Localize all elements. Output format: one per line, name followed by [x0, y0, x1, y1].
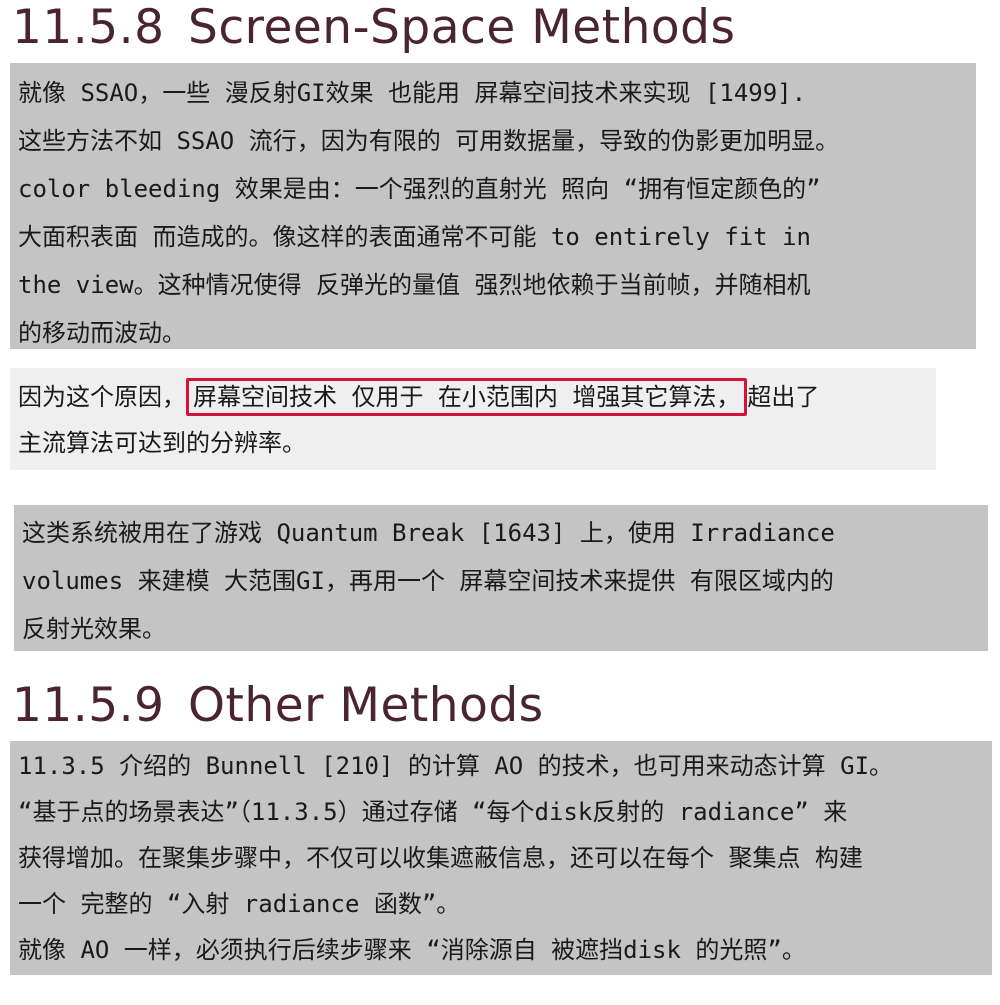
- section-heading-11-5-9: 11.5.9 Other Methods: [12, 678, 544, 733]
- text-line: 的移动而波动。: [18, 319, 186, 347]
- section-title: Screen-Space Methods: [188, 0, 736, 55]
- text-line: 主流算法可达到的分辨率。: [18, 429, 306, 457]
- text-line: 就像 SSAO，一些 漫反射GI效果 也能用 屏幕空间技术来实现 [1499].: [18, 79, 807, 107]
- text-line: “基于点的场景表达”（11.3.5）通过存储 “每个disk反射的 radian…: [18, 798, 848, 826]
- text-line: volumes 来建模 大范围GI，再用一个 屏幕空间技术来提供 有限区域内的: [22, 567, 834, 595]
- paragraph-quantum-break: 这类系统被用在了游戏 Quantum Break [1643] 上，使用 Irr…: [14, 505, 988, 651]
- text-line: 就像 AO 一样，必须执行后续步骤来 “消除源自 被遮挡disk 的光照”。: [18, 936, 806, 964]
- text-line: 这类系统被用在了游戏 Quantum Break [1643] 上，使用 Irr…: [22, 519, 835, 547]
- paragraph-screen-space-intro: 就像 SSAO，一些 漫反射GI效果 也能用 屏幕空间技术来实现 [1499].…: [10, 63, 976, 349]
- text-line: 反射光效果。: [22, 615, 166, 643]
- section-title: Other Methods: [188, 678, 544, 733]
- text-line: color bleeding 效果是由：一个强烈的直射光 照向 “拥有恒定颜色的…: [18, 175, 821, 203]
- text-line: 大面积表面 而造成的。像这样的表面通常不可能 to entirely fit i…: [18, 223, 811, 251]
- text-line: 一个 完整的 “入射 radiance 函数”。: [18, 890, 461, 918]
- highlighted-phrase: 屏幕空间技术 仅用于 在小范围内 增强其它算法，: [186, 378, 748, 416]
- section-heading-11-5-8: 11.5.8 Screen-Space Methods: [12, 0, 735, 55]
- text-line: 因为这个原因， 屏幕空间技术 仅用于 在小范围内 增强其它算法， 超出了: [18, 374, 936, 420]
- text-line: 获得增加。在聚集步骤中，不仅可以收集遮蔽信息，还可以在每个 聚集点 构建: [18, 844, 863, 872]
- text-line: 11.3.5 介绍的 Bunnell [210] 的计算 AO 的技术，也可用来…: [18, 752, 894, 780]
- paragraph-screen-space-reason: 因为这个原因， 屏幕空间技术 仅用于 在小范围内 增强其它算法， 超出了 主流算法可…: [10, 368, 936, 470]
- text-after-highlight: 超出了: [747, 383, 820, 411]
- text-before-highlight: 因为这个原因，: [18, 383, 186, 411]
- text-line: the view。这种情况使得 反弹光的量值 强烈地依赖于当前帧，并随相机: [18, 271, 811, 299]
- text-line: 这些方法不如 SSAO 流行，因为有限的 可用数据量，导致的伪影更加明显。: [18, 127, 840, 155]
- paragraph-other-methods: 11.3.5 介绍的 Bunnell [210] 的计算 AO 的技术，也可用来…: [10, 741, 992, 975]
- section-number: 11.5.8: [12, 0, 165, 55]
- section-number: 11.5.9: [12, 678, 165, 733]
